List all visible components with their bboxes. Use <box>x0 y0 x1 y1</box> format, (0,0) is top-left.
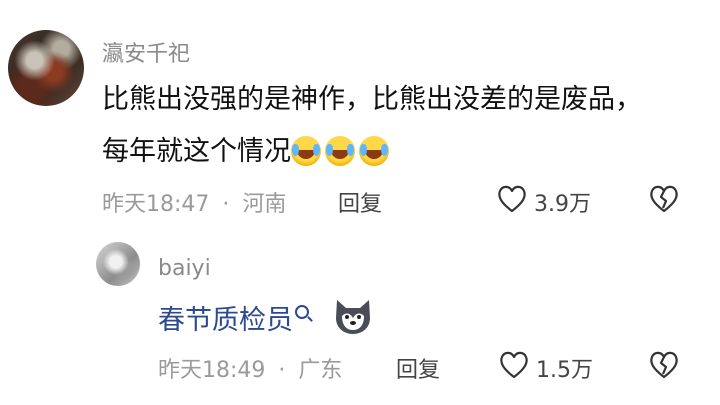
husky-emoji-icon <box>336 300 370 334</box>
comment-text-line2-wrap: 每年就这个情况 <box>102 126 393 178</box>
comment-meta: 昨天18:47 · 河南 <box>102 186 286 218</box>
avatar[interactable] <box>96 242 140 286</box>
comment-time: 昨天18:47 <box>102 192 210 217</box>
comment-location: 河南 <box>242 192 287 217</box>
comment-text-line2: 每年就这个情况 <box>102 136 291 167</box>
broken-heart-icon[interactable] <box>648 350 680 380</box>
search-icon[interactable] <box>295 305 309 319</box>
like-count: 3.9万 <box>534 192 591 217</box>
reply-text-wrap: 春节质检员 <box>158 298 309 337</box>
meta-separator: · <box>222 192 230 217</box>
reply-time: 昨天18:49 <box>158 358 266 383</box>
reply-button[interactable]: 回复 <box>338 186 382 218</box>
reply-button[interactable]: 回复 <box>396 352 440 384</box>
avatar[interactable] <box>8 30 84 106</box>
laughing-crying-emoji-icon <box>359 136 389 166</box>
reply-location: 广东 <box>298 358 343 383</box>
comment-text-line1: 比熊出没强的是神作，比熊出没差的是废品， <box>102 84 642 115</box>
reply-text[interactable]: 春节质检员 <box>158 305 293 336</box>
username[interactable]: 瀛安千祀 <box>102 36 190 68</box>
heart-outline-icon[interactable] <box>496 184 528 214</box>
laughing-crying-emoji-icon <box>291 136 321 166</box>
reply-username[interactable]: baiyi <box>158 256 211 281</box>
laughing-crying-emoji-icon <box>325 136 355 166</box>
like-count: 1.5万 <box>536 358 593 383</box>
broken-heart-icon[interactable] <box>648 184 680 214</box>
heart-outline-icon[interactable] <box>498 350 530 380</box>
meta-separator: · <box>278 358 286 383</box>
reply-meta: 昨天18:49 · 广东 <box>158 352 342 384</box>
